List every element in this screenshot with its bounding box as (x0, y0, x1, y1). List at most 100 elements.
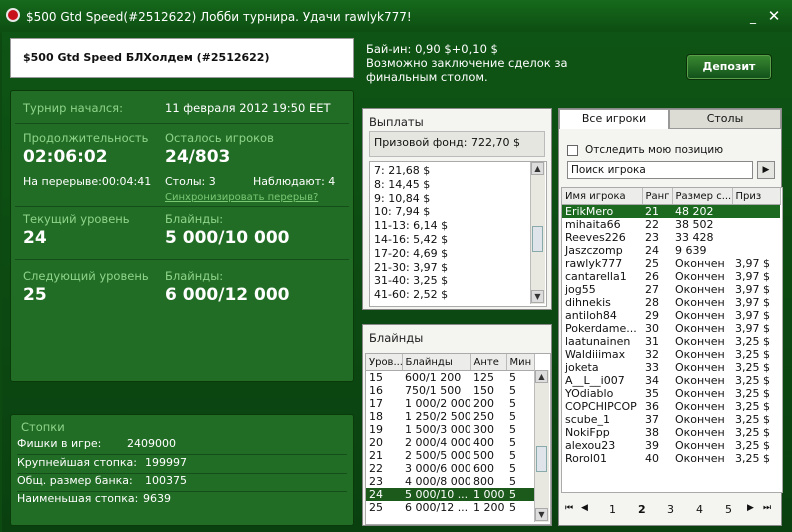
col-rank[interactable]: Ранг (642, 188, 673, 205)
player-row[interactable]: laatunainen 31 Окончен 3,25 $ (562, 335, 780, 348)
blind-value: 750/1 500 (405, 384, 462, 397)
payouts-list[interactable]: 7: 21,68 $8: 14,45 $9: 10,84 $10: 7,94 $… (369, 161, 547, 307)
blind-value: 2 000/4 000 (405, 436, 470, 449)
player-prize: 3,25 $ (735, 348, 770, 361)
blind-level-row[interactable]: 21 2 500/5 000 500 5 (366, 449, 534, 462)
blind-level-row[interactable]: 15 600/1 200 125 5 (366, 371, 534, 384)
player-prize: 3,25 $ (735, 439, 770, 452)
player-row[interactable]: cantarella1 26 Окончен 3,97 $ (562, 270, 780, 283)
stack-value: 100375 (145, 474, 187, 487)
player-row[interactable]: dihnekis 28 Окончен 3,97 $ (562, 296, 780, 309)
scroll-down-icon[interactable]: ▼ (535, 508, 548, 521)
col-min[interactable]: Мин (506, 354, 535, 371)
stack-row: Наименьшая стопка: 9639 (17, 492, 347, 509)
player-rank: 25 (645, 257, 659, 270)
player-row[interactable]: NokiFpp 38 Окончен 3,25 $ (562, 426, 780, 439)
pager-page-5[interactable]: 5 (725, 503, 732, 516)
player-row[interactable]: Jaszczomp 24 9 639 (562, 244, 780, 257)
scroll-up-icon[interactable]: ▲ (531, 162, 544, 175)
duration-value: 02:06:02 (23, 147, 108, 167)
track-position-checkbox[interactable] (567, 145, 578, 156)
player-prize (732, 231, 780, 244)
player-prize: 3,25 $ (735, 361, 770, 374)
blinds-scrollbar[interactable]: ▲ ▼ (534, 370, 549, 522)
blinds-list[interactable]: Уров... Блайнды Анте Мин 15 600/1 200 125 5… (365, 353, 551, 525)
close-icon[interactable]: ✕ (766, 8, 782, 24)
blind-level-row[interactable]: 24 5 000/10 ... 1 000 5 (366, 488, 534, 501)
scroll-thumb[interactable] (536, 446, 547, 472)
buyin-info: Бай-ин: 0,90 $+0,10 $ Возможно заключени… (366, 42, 666, 84)
sync-break-link[interactable]: Синхронизировать перерыв? (165, 192, 318, 203)
pager-next-icon[interactable]: ▶ (747, 503, 754, 513)
player-row[interactable]: A__L__i007 34 Окончен 3,25 $ (562, 374, 780, 387)
blind-ante: 600 (473, 462, 494, 475)
next-blinds-label: Блайнды: (165, 269, 224, 283)
player-row[interactable]: COPCHIPCOP 36 Окончен 3,25 $ (562, 400, 780, 413)
blind-level-row[interactable]: 22 3 000/6 000 600 5 (366, 462, 534, 475)
player-row[interactable]: antiloh84 29 Окончен 3,97 $ (562, 309, 780, 322)
blind-level-row[interactable]: 20 2 000/4 000 400 5 (366, 436, 534, 449)
pager-prev-icon[interactable]: ◀ (581, 503, 588, 513)
scroll-down-icon[interactable]: ▼ (531, 290, 544, 303)
player-rank: 31 (645, 335, 659, 348)
player-row[interactable]: joketa 33 Окончен 3,25 $ (562, 361, 780, 374)
payouts-scrollbar[interactable]: ▲ ▼ (530, 162, 545, 304)
pager-page-3[interactable]: 3 (667, 503, 674, 516)
player-prize: 3,97 $ (735, 283, 770, 296)
player-row[interactable]: alexou23 39 Окончен 3,25 $ (562, 439, 780, 452)
col-player-name[interactable]: Имя игрока (562, 188, 643, 205)
blind-level-row[interactable]: 16 750/1 500 150 5 (366, 384, 534, 397)
players-list[interactable]: Имя игрока Ранг Размер с... Приз ErikMer… (561, 187, 783, 493)
player-stack: 33 428 (675, 231, 714, 244)
player-search-input[interactable]: Поиск игрока (567, 161, 753, 179)
blind-level-row[interactable]: 18 1 250/2 500 250 5 (366, 410, 534, 423)
player-row[interactable]: rawlyk777 25 Окончен 3,97 $ (562, 257, 780, 270)
current-blinds-value: 5 000/10 000 (165, 228, 290, 248)
blind-level: 19 (369, 423, 383, 436)
blind-level-row[interactable]: 17 1 000/2 000 200 5 (366, 397, 534, 410)
player-row[interactable]: Pokerdame... 30 Окончен 3,97 $ (562, 322, 780, 335)
pager-page-2[interactable]: 2 (638, 503, 646, 516)
player-name: scube_1 (565, 413, 610, 426)
blind-level-row[interactable]: 19 1 500/3 000 300 5 (366, 423, 534, 436)
blind-level-row[interactable]: 25 6 000/12 ... 1 200 5 (366, 501, 534, 514)
pager-page-4[interactable]: 4 (696, 503, 703, 516)
player-row[interactable]: YOdiablo 35 Окончен 3,25 $ (562, 387, 780, 400)
search-placeholder: Поиск игрока (571, 164, 646, 176)
minimize-icon[interactable]: _ (746, 10, 760, 24)
player-rank: 23 (645, 231, 659, 244)
blind-level-row[interactable]: 23 4 000/8 000 800 5 (366, 475, 534, 488)
pager-last-icon[interactable]: ⏭ (763, 503, 771, 513)
blind-level: 25 (369, 501, 383, 514)
player-row[interactable]: Rorol01 40 Окончен 3,25 $ (562, 452, 780, 465)
col-prize[interactable]: Приз (732, 188, 781, 205)
player-name: alexou23 (565, 439, 616, 452)
player-row[interactable]: scube_1 37 Окончен 3,25 $ (562, 413, 780, 426)
deposit-button[interactable]: Депозит (686, 54, 772, 80)
payout-row: 21-30: 3,97 $ (374, 260, 449, 274)
col-blinds[interactable]: Блайнды (402, 354, 471, 371)
search-go-button[interactable]: ▶ (757, 161, 775, 179)
col-level[interactable]: Уров... (366, 354, 403, 371)
pager-page-1[interactable]: 1 (609, 503, 616, 516)
scroll-thumb[interactable] (532, 226, 543, 252)
col-ante[interactable]: Анте (470, 354, 507, 371)
player-row[interactable]: ErikMero 21 48 202 (562, 204, 780, 218)
tab-all-players[interactable]: Все игроки (559, 109, 669, 129)
title-bar: $500 Gtd Speed(#2512622) Лобби турнира. … (0, 0, 792, 36)
tab-tables[interactable]: Столы (669, 109, 781, 129)
player-stack: Окончен (675, 257, 725, 270)
payout-row: 7: 21,68 $ (374, 164, 431, 177)
player-row[interactable]: jog55 27 Окончен 3,97 $ (562, 283, 780, 296)
blind-minutes: 5 (509, 397, 516, 410)
pager-first-icon[interactable]: ⏮ (565, 503, 573, 513)
player-name: rawlyk777 (565, 257, 623, 270)
player-row[interactable]: Waldiiimax 32 Окончен 3,25 $ (562, 348, 780, 361)
player-row[interactable]: mihaita66 22 38 502 (562, 218, 780, 231)
player-row[interactable]: Reeves226 23 33 428 (562, 231, 780, 244)
stack-label: Общ. размер банка: (17, 474, 133, 487)
scroll-up-icon[interactable]: ▲ (535, 370, 548, 383)
prize-pool-box: Призовой фонд: 722,70 $ (369, 131, 545, 157)
col-stack[interactable]: Размер с... (672, 188, 733, 205)
payout-row: 11-13: 6,14 $ (374, 219, 449, 233)
